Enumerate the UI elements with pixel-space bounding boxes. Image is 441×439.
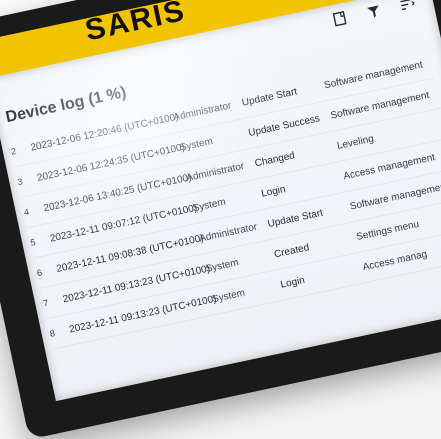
row-user: System <box>191 196 227 214</box>
row-user: System <box>211 287 246 305</box>
row-index: 8 <box>48 327 56 339</box>
row-user: Administrator <box>198 221 259 245</box>
row-user: Administrator <box>172 99 233 123</box>
log-table: 2 2023-12-06 12:20:46 (UTC+0100) Adminis… <box>8 47 441 350</box>
row-index: 7 <box>42 297 50 309</box>
row-user: System <box>178 135 214 154</box>
document-icon[interactable] <box>331 10 350 27</box>
device-housing: SARIS Device log (1 %) 2 2023-12-06 12:2… <box>0 0 441 439</box>
sort-icon[interactable] <box>398 0 417 13</box>
row-index: 3 <box>16 176 24 188</box>
row-index: 4 <box>23 206 31 218</box>
row-user: System <box>204 256 240 275</box>
funnel-icon[interactable] <box>365 3 384 20</box>
row-index: 6 <box>35 267 43 279</box>
toolbar <box>331 0 416 27</box>
row-index: 5 <box>29 236 37 248</box>
row-index: 2 <box>10 146 18 157</box>
row-user: Administrator <box>185 160 246 184</box>
row-event: Login <box>279 274 306 291</box>
